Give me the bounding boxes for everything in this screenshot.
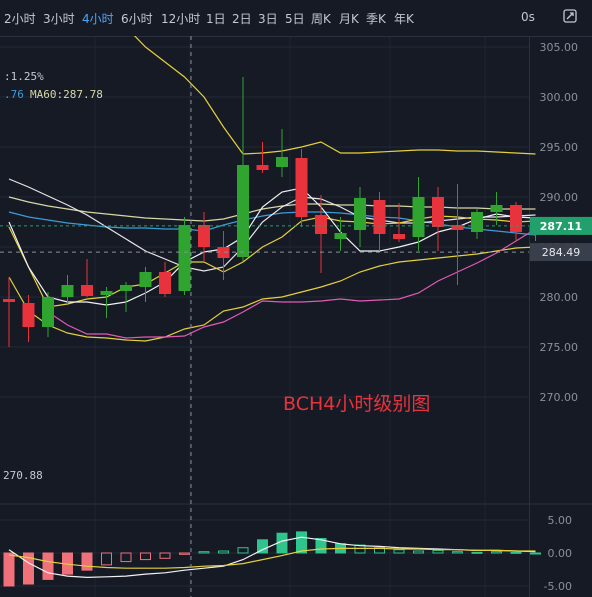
price-tick-label: 295.00 — [540, 141, 579, 154]
candle-body — [354, 198, 366, 230]
low-price-marker: 270.88 — [3, 469, 43, 482]
candle-body — [295, 158, 308, 217]
timeframe-tab-7[interactable]: 3日 — [258, 10, 278, 27]
timeframe-tab-4[interactable]: 12小时 — [161, 10, 200, 27]
timeframe-toolbar: 2小时 3小时 4小时 6小时 12小时 1日 2日 3日 5日 周K 月K 季K 年K 0s — [0, 0, 592, 36]
timeframe-tab-9[interactable]: 周K — [311, 10, 331, 27]
candle-body — [256, 165, 269, 170]
candle-body — [159, 272, 171, 294]
price-tick-label: 290.00 — [540, 191, 579, 204]
timeframe-tab-12[interactable]: 年K — [394, 10, 414, 27]
chart-annotation: BCH4小时级别图 — [283, 393, 430, 415]
macd-bar — [471, 551, 483, 554]
macd-bar — [42, 552, 54, 580]
candle-body — [42, 297, 54, 327]
price-tick-label: 300.00 — [540, 91, 579, 104]
macd-bar — [296, 531, 307, 554]
candle-body — [510, 205, 522, 232]
candle-body — [120, 285, 132, 291]
candle-body — [61, 285, 74, 297]
candlestick-chart[interactable]: 310.00305.00300.00295.00290.00285.00280.… — [0, 36, 592, 597]
macd-tick-label: 0.00 — [548, 547, 573, 560]
candle-body — [432, 197, 444, 227]
countdown-label: 0s — [521, 10, 535, 24]
price-tick-label: 305.00 — [540, 41, 579, 54]
ma-value-label: .76 — [4, 88, 24, 101]
candle-body — [315, 215, 327, 234]
timeframe-tab-5[interactable]: 1日 — [206, 10, 226, 27]
timeframe-tab-11[interactable]: 季K — [366, 10, 386, 27]
timeframe-tab-6[interactable]: 2日 — [232, 10, 252, 27]
candle-body — [237, 165, 249, 257]
price-tick-label: 270.00 — [540, 391, 579, 404]
timeframe-tab-2[interactable]: 4小时 — [82, 10, 114, 27]
candle-body — [373, 200, 386, 234]
candle-body — [276, 157, 288, 167]
macd-bar — [81, 552, 93, 571]
timeframe-tab-8[interactable]: 5日 — [285, 10, 305, 27]
macd-bar — [3, 552, 15, 587]
macd-tick-label: -5.00 — [544, 580, 572, 593]
candle-body — [393, 234, 405, 239]
candle-body — [490, 205, 503, 212]
candle-body — [198, 225, 210, 247]
crosshair-price-label: 284.49 — [542, 246, 581, 259]
timeframe-tab-0[interactable]: 2小时 — [4, 10, 36, 27]
price-tick-label: 275.00 — [540, 341, 579, 354]
candle-body — [100, 291, 113, 295]
candle-body — [412, 197, 425, 237]
timeframe-tab-10[interactable]: 月K — [339, 10, 359, 27]
candle-body — [81, 285, 93, 296]
timeframe-tab-1[interactable]: 3小时 — [43, 10, 75, 27]
change-percent-label: :1.25% — [4, 70, 44, 83]
macd-bar — [530, 552, 541, 555]
timeframe-tab-3[interactable]: 6小时 — [121, 10, 153, 27]
candle-body — [22, 303, 35, 327]
candle-body — [471, 212, 483, 232]
macd-bar — [510, 551, 522, 554]
ma60-label: MA60:287.78 — [30, 88, 103, 101]
candle-body — [3, 299, 15, 302]
candle-body — [139, 272, 152, 287]
settings-icon[interactable] — [563, 9, 577, 23]
candle-body — [334, 233, 347, 239]
current-price-label: 287.11 — [540, 220, 582, 233]
price-tick-label: 280.00 — [540, 291, 579, 304]
macd-tick-label: 5.00 — [548, 514, 573, 527]
candle-body — [178, 225, 191, 291]
